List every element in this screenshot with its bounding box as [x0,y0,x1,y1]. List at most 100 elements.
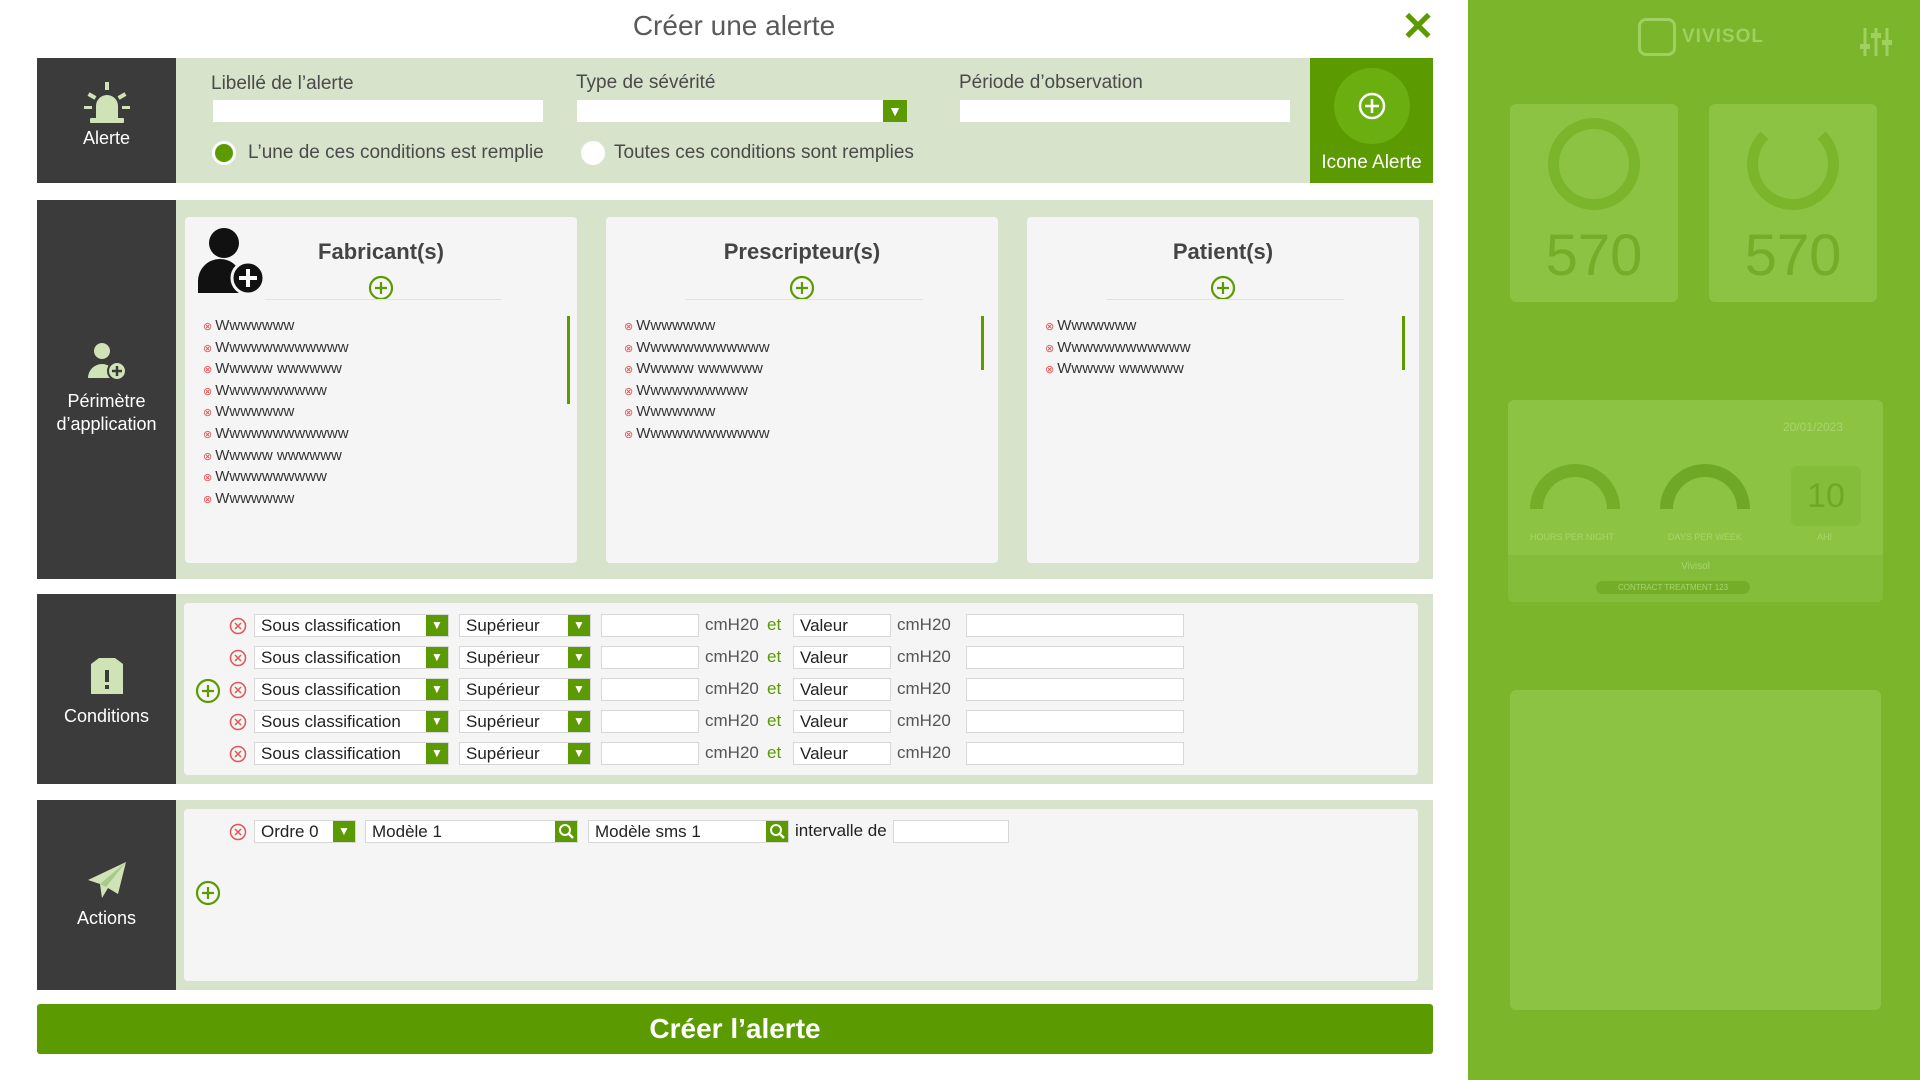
min-value-input[interactable] [601,742,699,765]
order-select[interactable]: Ordre 0 ▼ [254,820,356,843]
radio-any-condition[interactable] [212,141,236,165]
sms-template-search[interactable]: Modèle sms 1 [588,820,789,843]
remove-icon[interactable]: ⊗ [624,364,633,376]
severity-select[interactable]: ▼ [577,100,907,122]
prescribers-title: Prescripteur(s) [723,239,881,264]
chevron-down-icon[interactable]: ▼ [333,821,355,842]
chevron-down-icon[interactable]: ▼ [568,615,590,636]
scrollbar[interactable] [981,316,984,370]
list-item: ⊗ Wwwwwwwwww [624,381,748,399]
remove-icon[interactable]: ⊗ [203,386,212,398]
panel-date: 20/01/2023 [1782,420,1843,434]
condition-extra-input[interactable] [966,678,1184,701]
condition-extra-input[interactable] [966,646,1184,669]
remove-icon[interactable]: ⊗ [203,451,212,463]
remove-icon[interactable]: ⊗ [624,386,633,398]
remove-icon[interactable]: ⊗ [624,407,633,419]
remove-circle-icon[interactable] [229,617,247,635]
days-gauge [1660,464,1750,509]
scrollbar[interactable] [1402,316,1405,370]
therapy-panel: 20/01/2023 10 HOURS PER NIGHT DAYS PER W… [1508,400,1883,602]
operator-select[interactable]: Supérieur ▼ [459,678,591,701]
condition-extra-input[interactable] [966,710,1184,733]
min-value-input[interactable] [601,678,699,701]
list-item: ⊗ Wwwwwww [203,403,295,421]
classification-select[interactable]: Sous classification ▼ [254,678,449,701]
contract-badge: CONTRACT TREATMENT 123 [1596,581,1750,594]
min-value-input[interactable] [601,614,699,637]
perimeter-section: Périmètre d’application Fabricant(s) ⊗ Ww… [37,200,1433,579]
add-circle-icon[interactable] [1210,275,1236,301]
classification-select[interactable]: Sous classification ▼ [254,742,449,765]
ahi-label: AHI [1817,532,1833,542]
remove-icon[interactable]: ⊗ [203,407,212,419]
period-input[interactable] [960,100,1290,122]
chevron-down-icon[interactable]: ▼ [568,679,590,700]
remove-icon[interactable]: ⊗ [1045,364,1054,376]
classification-select[interactable]: Sous classification ▼ [254,646,449,669]
remove-icon[interactable]: ⊗ [624,321,633,333]
chevron-down-icon[interactable]: ▼ [426,711,448,732]
max-value-input[interactable]: Valeur [793,646,891,669]
remove-circle-icon[interactable] [229,681,247,699]
chevron-down-icon[interactable]: ▼ [568,711,590,732]
remove-icon[interactable]: ⊗ [1045,343,1054,355]
classification-select[interactable]: Sous classification ▼ [254,710,449,733]
radio-all-conditions[interactable] [581,141,605,165]
remove-icon[interactable]: ⊗ [203,364,212,376]
operator-select[interactable]: Supérieur ▼ [459,646,591,669]
classification-select[interactable]: Sous classification ▼ [254,614,449,637]
remove-circle-icon[interactable] [229,745,247,763]
remove-circle-icon[interactable] [229,823,247,841]
min-value-input[interactable] [601,646,699,669]
add-action-icon[interactable] [195,880,221,906]
remove-icon[interactable]: ⊗ [203,472,212,484]
condition-extra-input[interactable] [966,742,1184,765]
list-item: ⊗ Wwwwwwwwwwww [624,338,770,356]
alert-icon-button[interactable]: Icone Alerte [1310,58,1433,183]
min-value-input[interactable] [601,710,699,733]
remove-icon[interactable]: ⊗ [203,494,212,506]
add-circle-icon[interactable] [789,275,815,301]
settings-sliders-icon[interactable] [1858,24,1894,60]
max-value-input[interactable]: Valeur [793,678,891,701]
remove-icon[interactable]: ⊗ [203,343,212,355]
list-item: ⊗ Wwwwwwwwwwww [203,338,349,356]
chevron-down-icon[interactable]: ▼ [426,647,448,668]
add-circle-icon[interactable] [368,275,394,301]
search-icon[interactable] [766,821,788,842]
remove-icon[interactable]: ⊗ [624,429,633,441]
operator-select[interactable]: Supérieur ▼ [459,614,591,637]
max-value-input[interactable]: Valeur [793,742,891,765]
brand-name: VIVISOL [1682,26,1764,47]
condition-extra-input[interactable] [966,614,1184,637]
max-value-input[interactable]: Valeur [793,710,891,733]
chevron-down-icon[interactable]: ▼ [426,679,448,700]
chevron-down-icon[interactable]: ▼ [426,743,448,764]
chevron-down-icon[interactable]: ▼ [568,743,590,764]
operator-select[interactable]: Supérieur ▼ [459,710,591,733]
max-value-input[interactable]: Valeur [793,614,891,637]
chevron-down-icon[interactable]: ▼ [426,615,448,636]
connector-label: et [767,743,782,762]
template-search[interactable]: Modèle 1 [365,820,578,843]
operator-select[interactable]: Supérieur ▼ [459,742,591,765]
chevron-down-icon[interactable]: ▼ [883,100,907,122]
send-icon [87,862,126,898]
actions-side-label: Actions [76,908,137,928]
remove-circle-icon[interactable] [229,713,247,731]
list-item: ⊗ Wwwwwww [1045,317,1137,334]
alert-label-input[interactable] [213,100,543,122]
remove-icon[interactable]: ⊗ [203,429,212,441]
remove-icon[interactable]: ⊗ [624,343,633,355]
search-icon[interactable] [555,821,577,842]
remove-icon[interactable]: ⊗ [1045,321,1054,333]
scrollbar[interactable] [567,316,570,404]
list-item: ⊗ Wwwwwwwwwwww [624,424,770,442]
remove-icon[interactable]: ⊗ [203,321,212,333]
remove-circle-icon[interactable] [229,649,247,667]
chevron-down-icon[interactable]: ▼ [568,647,590,668]
create-alert-button[interactable]: Créer l’alerte [37,1004,1433,1054]
interval-input[interactable] [893,820,1009,843]
close-icon[interactable]: ✕ [1401,7,1435,47]
